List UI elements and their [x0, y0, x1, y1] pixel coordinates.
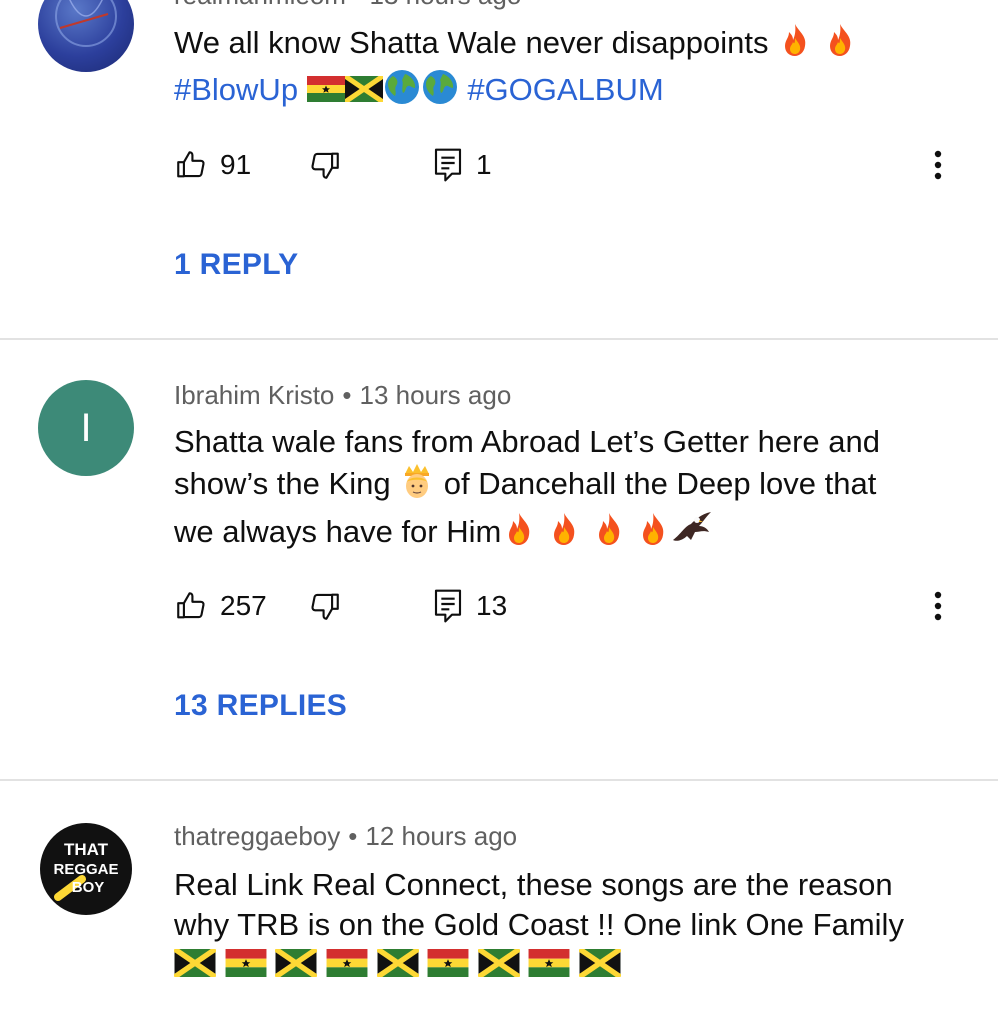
jamaica-flag — [578, 946, 622, 987]
comment-text: We all know Shatta Wale never disappoint… — [174, 22, 964, 116]
ghana-flag — [528, 947, 570, 987]
comment-text-line: we always have for Him — [174, 514, 502, 550]
avatar-logo-icon: THAT REGGAE BOY — [40, 823, 132, 915]
comment-text-line: of Dancehall the Deep love that — [435, 466, 877, 502]
view-replies-link[interactable]: 13 REPLIES — [174, 689, 347, 723]
reply-count: 1 — [476, 149, 492, 180]
comment-text: Real Link Real Connect, these songs are … — [173, 865, 964, 987]
avatar[interactable]: THAT REGGAE BOY — [38, 821, 134, 917]
crown-emoji — [399, 462, 435, 510]
reply-button[interactable]: 1 — [432, 145, 492, 185]
comment-text-line: Shatta wale fans from Abroad Let’s Gette… — [174, 424, 880, 459]
svg-text:REGGAE: REGGAE — [53, 861, 118, 878]
view-replies-link[interactable]: 1 REPLY — [174, 248, 298, 282]
avatar[interactable] — [38, 0, 134, 72]
fire-emoji — [822, 22, 858, 68]
comment-text-line: Real Link Real Connect, these songs are … — [174, 867, 893, 902]
more-options-button[interactable] — [918, 145, 958, 185]
avatar[interactable]: I — [38, 380, 134, 476]
ghana-flag — [225, 947, 267, 987]
eagle-emoji — [671, 510, 713, 558]
like-button[interactable]: 91 — [174, 145, 251, 185]
comment-meta: thatreggaeboy • 12 hours ago — [174, 821, 518, 851]
fire-emoji — [591, 511, 627, 557]
ghana-flag — [326, 947, 368, 987]
comment-actions: 91 1 — [174, 145, 974, 185]
comment-time: 12 hours ago — [365, 821, 518, 851]
svg-text:BOY: BOY — [72, 879, 105, 896]
comment-meta: realmanmieom • 13 hours ago — [174, 0, 521, 11]
hashtag-link[interactable]: #GOGALBUM — [467, 72, 663, 107]
like-count: 257 — [220, 590, 267, 621]
jamaica-flag — [274, 946, 319, 987]
reply-count: 13 — [476, 590, 508, 621]
reply-icon — [434, 148, 462, 182]
fire-emoji — [501, 511, 537, 557]
thumb-down-icon — [311, 152, 339, 179]
jamaica-flag — [173, 946, 217, 987]
comment-text-line: why TRB is on the Gold Coast !! One link… — [174, 907, 904, 942]
globe-emoji — [383, 68, 421, 116]
thumb-down-icon — [311, 593, 339, 620]
more-vert-icon — [934, 591, 942, 621]
ghana-flag — [306, 72, 345, 112]
fire-emoji — [635, 511, 671, 557]
flag-row — [173, 946, 622, 982]
like-count: 91 — [220, 149, 252, 180]
thumb-up-icon — [177, 151, 205, 178]
avatar-letter: I — [80, 405, 92, 450]
thumb-up-icon — [177, 592, 205, 619]
ghana-flag — [427, 947, 469, 987]
comment-text: Shatta wale fans from Abroad Let’s Gette… — [174, 422, 964, 558]
comment-text-line: show’s the King — [174, 466, 400, 502]
hashtag-link[interactable]: #BlowUp — [174, 72, 298, 107]
dislike-button[interactable] — [308, 145, 342, 185]
jamaica-flag — [375, 946, 420, 987]
fire-emoji — [546, 511, 582, 557]
more-vert-icon — [934, 150, 942, 180]
more-options-button[interactable] — [918, 586, 958, 626]
comment-text-main: We all know Shatta Wale never disappoint… — [174, 25, 778, 61]
divider — [0, 338, 998, 340]
reply-icon — [434, 589, 462, 623]
comment-actions: 257 13 — [174, 586, 974, 626]
reply-button[interactable]: 13 — [432, 586, 507, 626]
comment-author[interactable]: Ibrahim Kristo — [174, 380, 334, 410]
dislike-button[interactable] — [308, 586, 342, 626]
fire-emoji — [777, 22, 813, 68]
svg-text:THAT: THAT — [64, 840, 109, 859]
jamaica-flag — [476, 946, 521, 987]
comment-author[interactable]: thatreggaeboy — [174, 821, 340, 851]
comment-meta: Ibrahim Kristo • 13 hours ago — [174, 380, 512, 410]
avatar-image-icon — [55, 0, 117, 47]
divider — [0, 779, 998, 781]
comment-time: 13 hours ago — [359, 380, 512, 410]
jamaica-flag — [343, 72, 385, 112]
globe-emoji — [421, 68, 459, 116]
like-button[interactable]: 257 — [174, 586, 267, 626]
